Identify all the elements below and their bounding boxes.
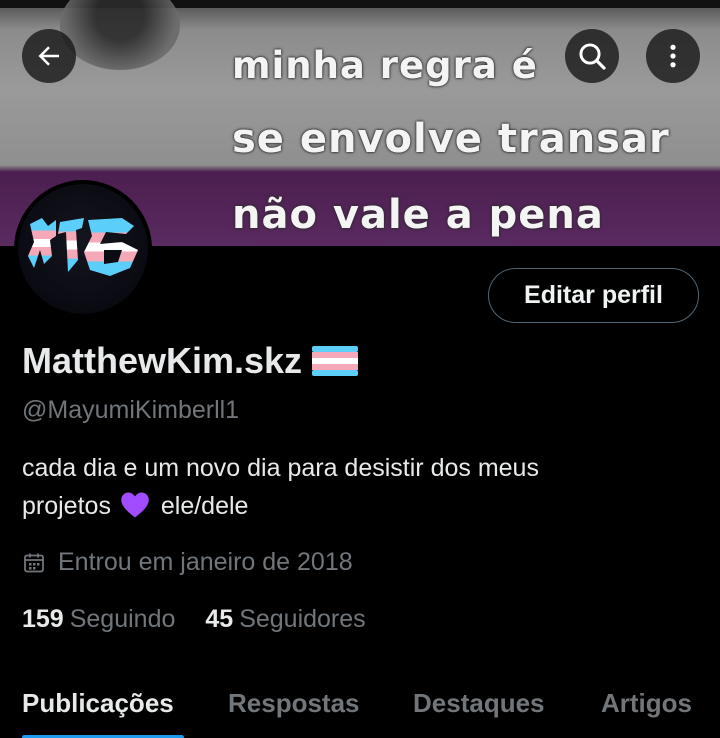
- display-name: MatthewKim.skz: [22, 340, 303, 381]
- back-button[interactable]: [22, 29, 76, 83]
- followers-count: 45: [205, 605, 234, 633]
- transgender-flag-icon: [312, 346, 359, 376]
- more-options-button[interactable]: [646, 29, 700, 83]
- tab-publicacoes[interactable]: Publicações: [22, 688, 174, 719]
- avatar[interactable]: [14, 180, 152, 318]
- user-handle: @MayumiKimberll1: [22, 396, 240, 424]
- profile-tabs: Publicações Respostas Destaques Artigos: [0, 680, 720, 738]
- banner-text-line-2: se envolve transar: [232, 116, 670, 162]
- followers-label: Seguidores: [239, 605, 366, 633]
- purple-heart-icon: [121, 492, 149, 518]
- banner-text-line-3: não vale a pena: [232, 192, 604, 238]
- bio-line-1: cada dia e um novo dia para desistir dos…: [22, 454, 539, 482]
- follow-stats: 159 Seguindo 45 Seguidores: [22, 605, 396, 634]
- more-vertical-icon: [670, 44, 676, 68]
- bio-pronouns: ele/dele: [160, 492, 249, 520]
- profile-name-row: MatthewKim.skz: [22, 340, 359, 382]
- join-date-text: Entrou em janeiro de 2018: [58, 548, 353, 576]
- search-button[interactable]: [565, 29, 619, 83]
- join-date: Entrou em janeiro de 2018: [22, 548, 353, 577]
- tab-respostas[interactable]: Respostas: [228, 688, 360, 719]
- banner-figure: [60, 0, 180, 70]
- followers-link[interactable]: 45 Seguidores: [205, 605, 365, 634]
- profile-bio: cada dia e um novo dia para desistir dos…: [22, 449, 682, 525]
- trans-flag-logo: [28, 218, 138, 276]
- calendar-icon: [24, 553, 44, 572]
- tab-artigos[interactable]: Artigos: [601, 688, 692, 719]
- following-count: 159: [22, 605, 64, 633]
- arrow-left-icon: [38, 46, 59, 66]
- bio-line-2-start: projetos: [22, 492, 111, 520]
- search-icon: [579, 43, 606, 70]
- banner-text-line-1: minha regra é: [232, 44, 538, 87]
- following-link[interactable]: 159 Seguindo: [22, 605, 175, 634]
- tab-destaques[interactable]: Destaques: [413, 688, 545, 719]
- following-label: Seguindo: [69, 605, 176, 633]
- edit-profile-button[interactable]: Editar perfil: [488, 268, 699, 323]
